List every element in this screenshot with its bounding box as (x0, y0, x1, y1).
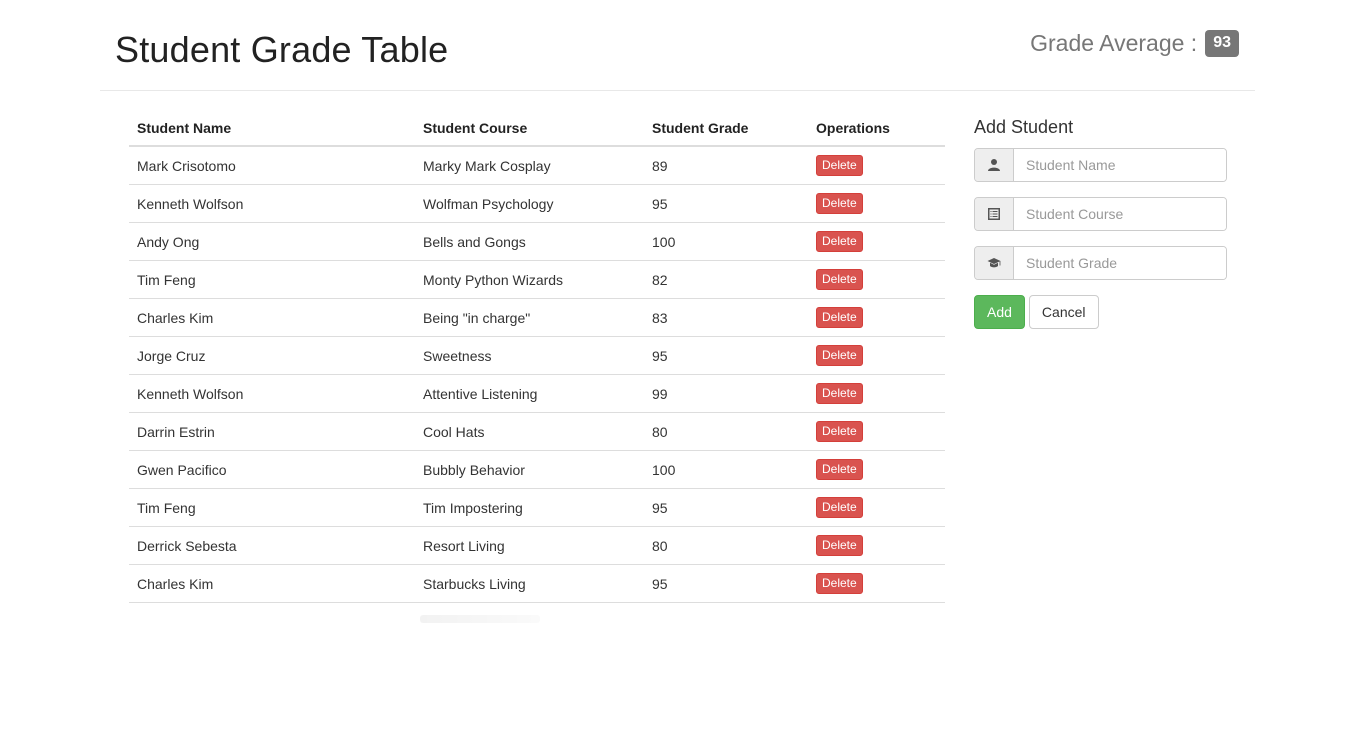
table-body: Mark Crisotomo Marky Mark Cosplay 89 Delete… (129, 146, 945, 603)
operations-cell: Delete (808, 526, 945, 565)
table-row: Mark Crisotomo Marky Mark Cosplay 89 Delete (129, 146, 945, 185)
student-course-group (974, 197, 1227, 231)
student-name-cell: Derrick Sebesta (129, 526, 415, 565)
student-name-cell: Mark Crisotomo (129, 146, 415, 185)
add-button[interactable]: Add (974, 295, 1025, 329)
graduation-cap-icon (975, 247, 1014, 279)
student-name-group (974, 148, 1227, 182)
student-name-cell: Charles Kim (129, 564, 415, 603)
operations-cell: Delete (808, 260, 945, 299)
operations-cell: Delete (808, 146, 945, 185)
student-grade-cell: 80 (644, 412, 808, 451)
add-student-panel: Add Student Add Cancel (974, 117, 1227, 329)
student-course-cell: Bells and Gongs (415, 222, 644, 261)
student-name-cell: Tim Feng (129, 488, 415, 527)
delete-button[interactable]: Delete (816, 193, 863, 214)
operations-cell: Delete (808, 564, 945, 603)
delete-button[interactable]: Delete (816, 421, 863, 442)
column-header-operations: Operations (808, 110, 945, 147)
add-student-title: Add Student (974, 117, 1074, 137)
student-course-cell: Bubbly Behavior (415, 450, 644, 489)
student-name-cell: Andy Ong (129, 222, 415, 261)
student-grade-cell: 83 (644, 298, 808, 337)
student-name-cell: Jorge Cruz (129, 336, 415, 375)
student-name-input[interactable] (1014, 149, 1226, 181)
student-grade-cell: 99 (644, 374, 808, 413)
table-row: Kenneth Wolfson Wolfman Psychology 95 Delet… (129, 184, 945, 223)
student-grade-cell: 95 (644, 336, 808, 375)
student-course-cell: Marky Mark Cosplay (415, 146, 644, 185)
table-row: Derrick Sebesta Resort Living 80 Delete (129, 526, 945, 565)
delete-button[interactable]: Delete (816, 231, 863, 252)
column-header-grade: Student Grade (644, 110, 808, 147)
student-grade-cell: 80 (644, 526, 808, 565)
delete-button[interactable]: Delete (816, 307, 863, 328)
table-row: Tim Feng Tim Impostering 95 Delete (129, 488, 945, 527)
student-grade-cell: 95 (644, 564, 808, 603)
operations-cell: Delete (808, 222, 945, 261)
student-course-cell: Tim Impostering (415, 488, 644, 527)
table-row: Darrin Estrin Cool Hats 80 Delete (129, 412, 945, 451)
form-buttons: Add Cancel (974, 295, 1227, 329)
header-divider (100, 90, 1255, 91)
student-grade-cell: 100 (644, 222, 808, 261)
table-row: Andy Ong Bells and Gongs 100 Delete (129, 222, 945, 261)
student-course-cell: Sweetness (415, 336, 644, 375)
student-name-cell: Kenneth Wolfson (129, 374, 415, 413)
student-name-cell: Gwen Pacifico (129, 450, 415, 489)
student-grade-table: Student Name Student Course Student Grad… (129, 110, 945, 603)
list-alt-icon (975, 198, 1014, 230)
student-name-cell: Darrin Estrin (129, 412, 415, 451)
student-course-cell: Starbucks Living (415, 564, 644, 603)
table-row: Charles Kim Being "in charge" 83 Delete (129, 298, 945, 337)
delete-button[interactable]: Delete (816, 345, 863, 366)
operations-cell: Delete (808, 488, 945, 527)
column-header-course: Student Course (415, 110, 644, 147)
cancel-button[interactable]: Cancel (1028, 295, 1099, 329)
column-header-name: Student Name (129, 110, 415, 147)
operations-cell: Delete (808, 336, 945, 375)
table-header-row: Student Name Student Course Student Grad… (129, 110, 945, 147)
delete-button[interactable]: Delete (816, 535, 863, 556)
student-grade-group (974, 246, 1227, 280)
student-grade-cell: 89 (644, 146, 808, 185)
grade-average-badge: 93 (1205, 30, 1239, 57)
student-grade-cell: 95 (644, 184, 808, 223)
student-course-cell: Being "in charge" (415, 298, 644, 337)
student-grade-cell: 100 (644, 450, 808, 489)
operations-cell: Delete (808, 298, 945, 337)
student-grade-cell: 82 (644, 260, 808, 299)
delete-button[interactable]: Delete (816, 383, 863, 404)
student-name-cell: Kenneth Wolfson (129, 184, 415, 223)
table-row: Charles Kim Starbucks Living 95 Delete (129, 564, 945, 603)
student-name-cell: Tim Feng (129, 260, 415, 299)
student-course-cell: Resort Living (415, 526, 644, 565)
operations-cell: Delete (808, 450, 945, 489)
user-icon (975, 149, 1014, 181)
student-course-cell: Wolfman Psychology (415, 184, 644, 223)
table-row: Tim Feng Monty Python Wizards 82 Delete (129, 260, 945, 299)
student-grade-cell: 95 (644, 488, 808, 527)
page-title: Student Grade Table (115, 29, 449, 70)
student-course-cell: Attentive Listening (415, 374, 644, 413)
operations-cell: Delete (808, 374, 945, 413)
delete-button[interactable]: Delete (816, 155, 863, 176)
delete-button[interactable]: Delete (816, 573, 863, 594)
delete-button[interactable]: Delete (816, 497, 863, 518)
grade-average: Grade Average : 93 (1030, 30, 1239, 57)
operations-cell: Delete (808, 184, 945, 223)
student-name-cell: Charles Kim (129, 298, 415, 337)
faded-row-fragment (420, 615, 540, 623)
operations-cell: Delete (808, 412, 945, 451)
grade-average-label: Grade Average : (1030, 30, 1198, 56)
student-grade-input[interactable] (1014, 247, 1226, 279)
table-row: Jorge Cruz Sweetness 95 Delete (129, 336, 945, 375)
student-course-input[interactable] (1014, 198, 1226, 230)
delete-button[interactable]: Delete (816, 459, 863, 480)
table-row: Gwen Pacifico Bubbly Behavior 100 Delete (129, 450, 945, 489)
student-course-cell: Cool Hats (415, 412, 644, 451)
table-row: Kenneth Wolfson Attentive Listening 99 Dele… (129, 374, 945, 413)
student-course-cell: Monty Python Wizards (415, 260, 644, 299)
delete-button[interactable]: Delete (816, 269, 863, 290)
